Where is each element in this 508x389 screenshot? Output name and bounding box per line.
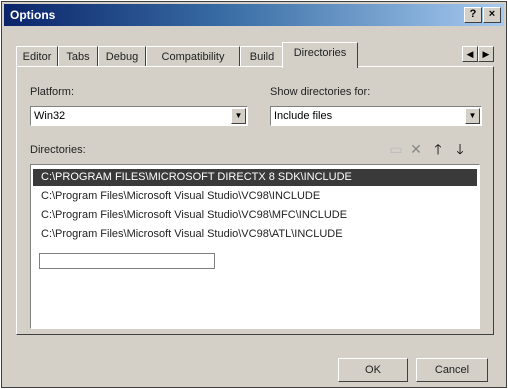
close-button[interactable]: × bbox=[483, 7, 501, 23]
show-directories-select[interactable]: Include files ▼ bbox=[270, 106, 482, 126]
platform-value: Win32 bbox=[34, 110, 66, 122]
move-down-icon[interactable]: 🡓 bbox=[452, 141, 468, 157]
new-directory-input[interactable] bbox=[39, 253, 215, 269]
tab-directories[interactable]: Directories bbox=[282, 42, 358, 68]
chevron-down-icon[interactable]: ▼ bbox=[231, 108, 246, 124]
directories-label: Directories: bbox=[30, 144, 86, 156]
show-directories-value: Include files bbox=[274, 110, 333, 122]
window-title: Options bbox=[10, 8, 56, 22]
tab-strip: Editor Tabs Debug Compatibility Build Di… bbox=[16, 42, 494, 68]
help-button[interactable]: ? bbox=[464, 7, 482, 23]
tab-tabs[interactable]: Tabs bbox=[58, 46, 98, 67]
show-directories-label: Show directories for: bbox=[270, 86, 371, 98]
tab-editor[interactable]: Editor bbox=[16, 46, 58, 67]
move-up-icon[interactable]: 🡑 bbox=[430, 141, 446, 157]
platform-select[interactable]: Win32 ▼ bbox=[30, 106, 248, 126]
platform-label: Platform: bbox=[30, 86, 75, 98]
title-bar: Options ? × bbox=[4, 4, 504, 26]
tab-compatibility[interactable]: Compatibility bbox=[146, 46, 240, 67]
tab-build[interactable]: Build bbox=[240, 46, 284, 67]
list-item[interactable]: C:\PROGRAM FILES\MICROSOFT DIRECTX 8 SDK… bbox=[33, 169, 477, 186]
directories-list[interactable]: C:\PROGRAM FILES\MICROSOFT DIRECTX 8 SDK… bbox=[30, 164, 480, 329]
cancel-button[interactable]: Cancel bbox=[416, 358, 488, 382]
delete-icon[interactable]: ✕ bbox=[408, 141, 424, 157]
tab-debug[interactable]: Debug bbox=[98, 46, 146, 67]
list-item[interactable]: C:\Program Files\Microsoft Visual Studio… bbox=[33, 188, 477, 205]
tab-scroll-right-icon[interactable]: ▶ bbox=[478, 46, 494, 62]
options-dialog: Options ? × Editor Tabs Debug Compatibil… bbox=[1, 1, 507, 388]
tab-scroll-left-icon[interactable]: ◀ bbox=[462, 46, 478, 62]
list-item[interactable]: C:\Program Files\Microsoft Visual Studio… bbox=[33, 207, 477, 224]
list-item[interactable]: C:\Program Files\Microsoft Visual Studio… bbox=[33, 226, 477, 243]
ok-button[interactable]: OK bbox=[338, 358, 408, 382]
new-folder-icon[interactable]: ▭ bbox=[388, 141, 404, 157]
chevron-down-icon[interactable]: ▼ bbox=[465, 108, 480, 124]
